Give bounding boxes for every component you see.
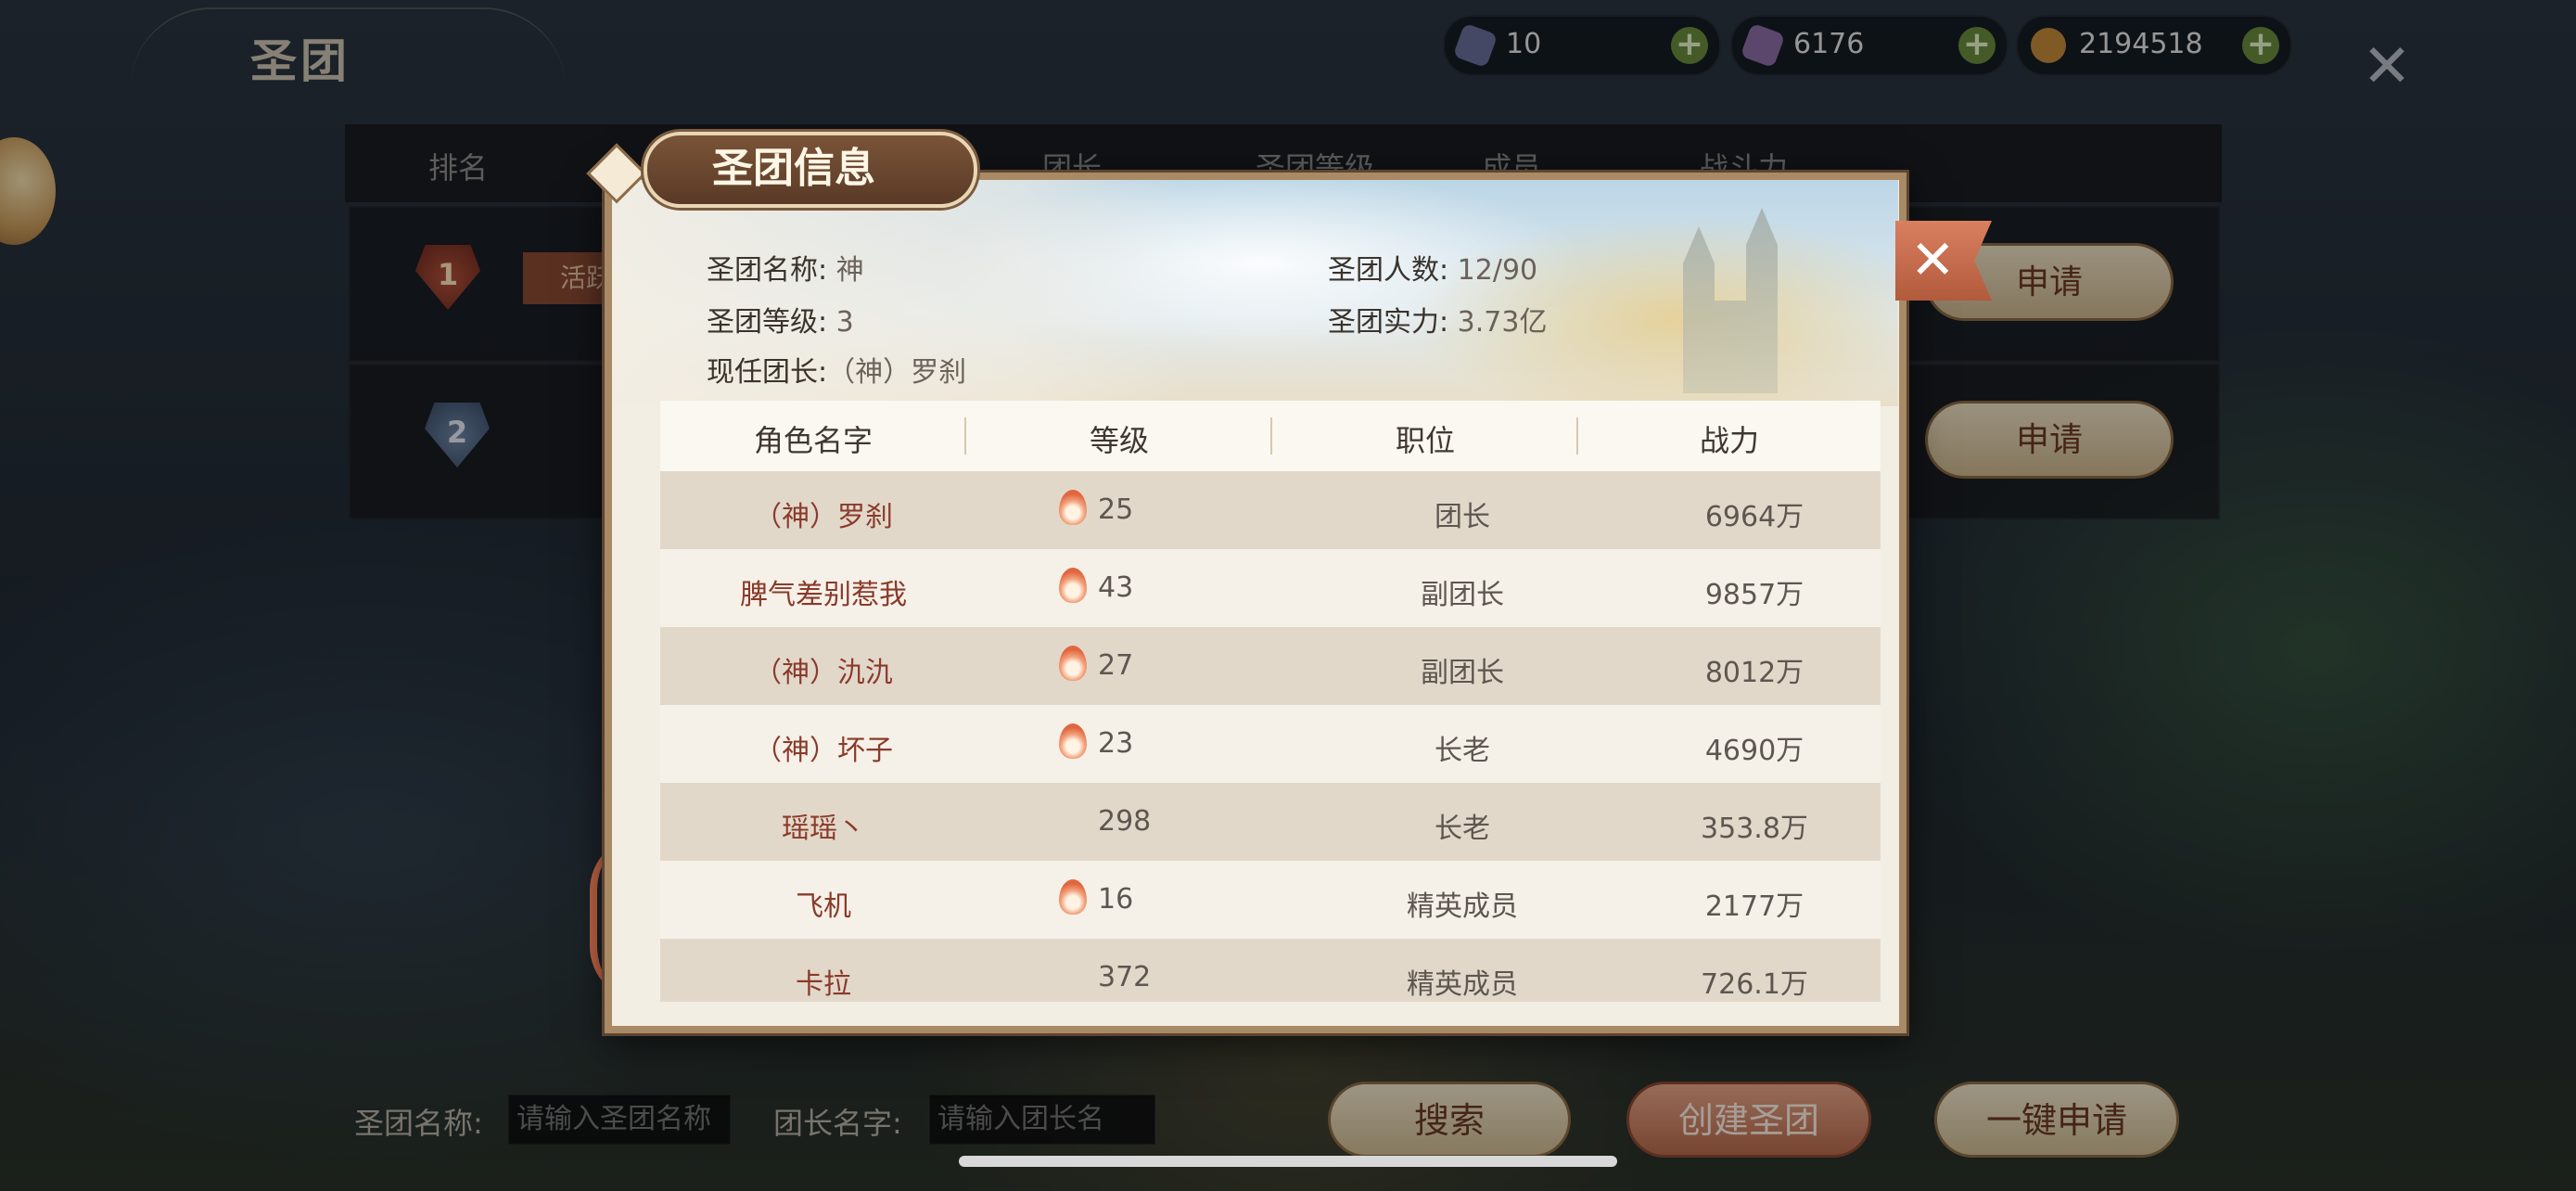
member-level: 372 (1098, 961, 1152, 993)
member-name: 飞机 (796, 890, 851, 923)
member-row[interactable]: 卡拉 372 精英成员 726.1万 (660, 939, 1881, 1002)
member-row[interactable]: 瑶瑶丶 298 长老 353.8万 (660, 783, 1881, 861)
member-level: 298 (1098, 805, 1152, 838)
members-table-header: 角色名字 等级 职位 战力 (660, 401, 1881, 473)
col-level: 等级 (1089, 423, 1149, 458)
member-name: （神）氿氿 (754, 657, 893, 689)
member-level: 23 (1098, 727, 1134, 760)
member-position: 精英成员 (1407, 890, 1518, 923)
guild-info-modal: 圣团名称: 神 圣团等级: 3 现任团长:（神）罗刹 圣团人数: 12/90 圣… (605, 173, 1906, 1033)
flame-icon (1059, 724, 1087, 759)
member-name: （神）罗刹 (754, 501, 893, 533)
member-level: 27 (1098, 649, 1134, 682)
flame-icon (1059, 568, 1087, 603)
col-role-name: 角色名字 (753, 423, 873, 458)
member-name: 瑶瑶丶 (782, 813, 865, 845)
member-level: 16 (1098, 883, 1134, 916)
member-position: 长老 (1435, 813, 1490, 845)
info-guild-level: 圣团等级: 3 (707, 306, 854, 339)
info-guild-members: 圣团人数: 12/90 (1328, 254, 1538, 287)
info-guild-leader: 现任团长:（神）罗刹 (707, 356, 967, 389)
member-position: 长老 (1435, 735, 1490, 767)
member-power: 8012万 (1704, 657, 1804, 689)
member-row[interactable]: 飞机 16 精英成员 2177万 (660, 861, 1881, 939)
info-guild-power: 圣团实力: 3.73亿 (1328, 306, 1548, 339)
flame-icon (1059, 490, 1087, 525)
member-position: 精英成员 (1407, 968, 1518, 1001)
member-power: 9857万 (1704, 579, 1804, 611)
member-power: 6964万 (1704, 501, 1804, 533)
member-row[interactable]: （神）坏子 23 长老 4690万 (660, 705, 1881, 783)
member-power: 2177万 (1704, 890, 1804, 923)
member-level: 43 (1098, 571, 1134, 604)
member-position: 副团长 (1421, 579, 1504, 611)
castle-illustration (1683, 208, 1778, 393)
modal-title: 圣团信息 (644, 132, 977, 208)
member-name: （神）坏子 (754, 735, 893, 767)
member-power: 353.8万 (1701, 813, 1808, 845)
member-row[interactable]: （神）罗刹 25 团长 6964万 (660, 471, 1881, 549)
flame-icon (1059, 646, 1087, 681)
members-list[interactable]: （神）罗刹 25 团长 6964万 脾气差别惹我 43 副团长 9857万 （神… (660, 471, 1881, 1002)
home-indicator[interactable] (959, 1156, 1617, 1167)
col-power: 战力 (1699, 423, 1759, 458)
member-position: 副团长 (1421, 657, 1504, 689)
member-row[interactable]: （神）氿氿 27 副团长 8012万 (660, 627, 1881, 705)
member-level: 25 (1098, 493, 1134, 526)
flame-icon (1059, 879, 1087, 915)
col-position: 职位 (1395, 423, 1455, 458)
member-position: 团长 (1435, 501, 1490, 533)
member-power: 726.1万 (1701, 968, 1808, 1001)
member-name: 卡拉 (796, 968, 851, 1001)
member-name: 脾气差别惹我 (740, 579, 907, 611)
member-row[interactable]: 脾气差别惹我 43 副团长 9857万 (660, 549, 1881, 627)
info-guild-name: 圣团名称: 神 (707, 254, 864, 287)
member-power: 4690万 (1704, 735, 1804, 767)
